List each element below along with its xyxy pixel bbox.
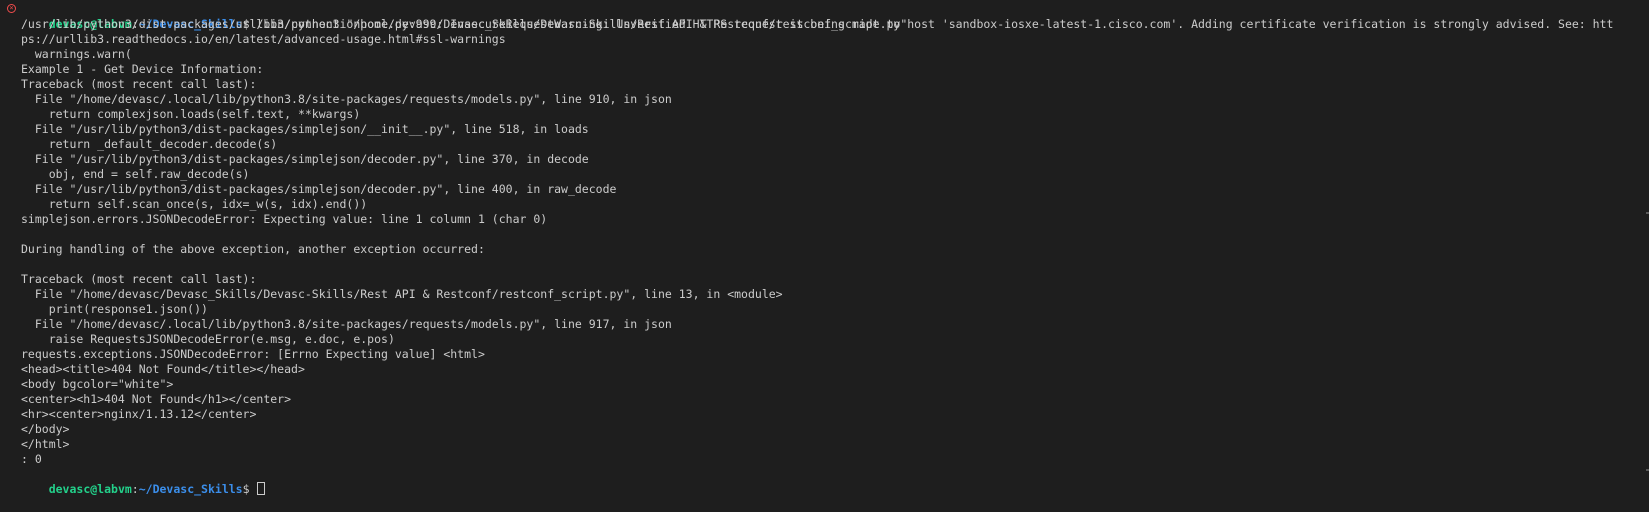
prompt-line-current[interactable]: devasc@labvm:~/Devasc_Skills$ xyxy=(21,467,1649,496)
error-circle-icon[interactable]: × xyxy=(7,4,16,13)
output-line: </body> xyxy=(21,422,70,436)
output-line: Example 1 - Get Device Information: xyxy=(21,62,264,76)
output-line: File "/usr/lib/python3/dist-packages/sim… xyxy=(21,152,589,166)
output-line: During handling of the above exception, … xyxy=(21,242,485,256)
output-line: obj, end = self.raw_decode(s) xyxy=(21,167,250,181)
output-line: warnings.warn( xyxy=(21,47,132,61)
output-line: <head><title>404 Not Found</title></head… xyxy=(21,362,305,376)
output-line: Traceback (most recent call last): xyxy=(21,272,257,286)
output-line: File "/home/devasc/.local/lib/python3.8/… xyxy=(21,92,672,106)
output-line: File "/home/devasc/Devasc_Skills/Devasc-… xyxy=(21,287,783,301)
output-line: <body bgcolor="white"> xyxy=(21,377,174,391)
output-line: ps://urllib3.readthedocs.io/en/latest/ad… xyxy=(21,32,506,46)
prompt-path: ~/Devasc_Skills xyxy=(138,482,243,496)
prompt-line-first: × devasc@labvm:~/Devasc_Skills$ /bin/pyth… xyxy=(7,2,1649,31)
output-line: raise RequestsJSONDecodeError(e.msg, e.d… xyxy=(21,332,395,346)
output-line: return complexjson.loads(self.text, **kw… xyxy=(21,107,361,121)
output-line: <center><h1>404 Not Found</h1></center> xyxy=(21,392,292,406)
output-line: return self.scan_once(s, idx=_w(s, idx).… xyxy=(21,197,368,211)
output-line: simplejson.errors.JSONDecodeError: Expec… xyxy=(21,212,548,226)
terminal-panel[interactable]: × devasc@labvm:~/Devasc_Skills$ /bin/pyth… xyxy=(0,0,1649,496)
output-line: return _default_decoder.decode(s) xyxy=(21,137,278,151)
output-line: /usr/lib/python3/dist-packages/urllib3/c… xyxy=(21,17,1614,31)
output-line: File "/usr/lib/python3/dist-packages/sim… xyxy=(21,182,617,196)
text-cursor[interactable] xyxy=(257,482,266,495)
output-line: requests.exceptions.JSONDecodeError: [Er… xyxy=(21,347,485,361)
prompt-user-host: devasc@labvm xyxy=(48,482,132,496)
output-line: </html> xyxy=(21,437,70,451)
output-line: <hr><center>nginx/1.13.12</center> xyxy=(21,407,257,421)
output-line: Traceback (most recent call last): xyxy=(21,77,257,91)
output-line: print(response1.json()) xyxy=(21,302,208,316)
output-line: File "/usr/lib/python3/dist-packages/sim… xyxy=(21,122,589,136)
output-line: File "/home/devasc/.local/lib/python3.8/… xyxy=(21,317,672,331)
output-line: : 0 xyxy=(21,452,42,466)
